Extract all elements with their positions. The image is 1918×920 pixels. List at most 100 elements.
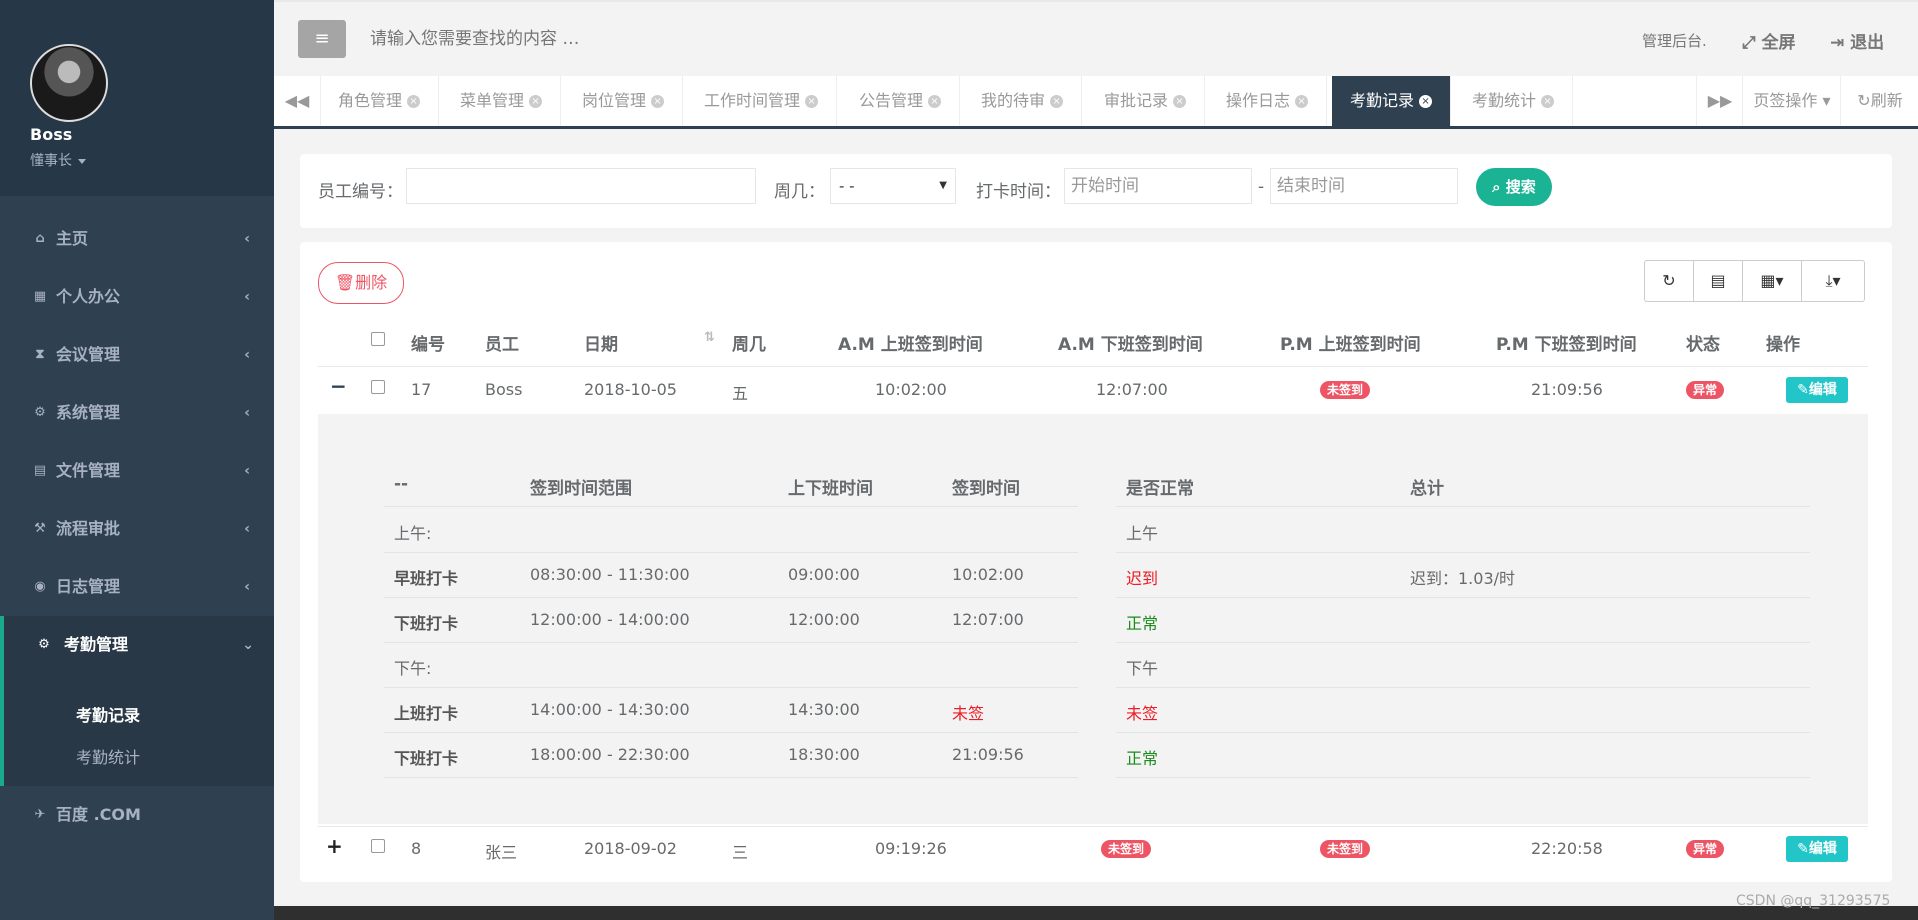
sidebar-item-logs[interactable]: ◉ 日志管理 ‹ [0, 558, 274, 616]
close-icon[interactable]: × [651, 95, 665, 108]
select-all-checkbox[interactable] [371, 332, 385, 346]
admin-label: 管理后台. [1642, 32, 1707, 50]
tab-attendance-stats[interactable]: 考勤统计 × [1454, 76, 1574, 126]
col-header-id[interactable]: 编号 [411, 330, 445, 355]
close-icon[interactable]: × [805, 95, 819, 108]
tab-label: 我的待审 [981, 91, 1046, 110]
expand-icon: ⤢ [1742, 33, 1762, 53]
user-role-dropdown[interactable]: 懂事长 [30, 150, 86, 170]
toggle-view-button[interactable]: ▤ [1693, 260, 1742, 302]
close-icon[interactable]: × [1050, 95, 1064, 108]
col-header-weekday[interactable]: 周几 [732, 330, 766, 355]
logout-button[interactable]: ⇥ 退出 [1830, 28, 1884, 53]
detail-row-sign: 未签 [952, 704, 985, 723]
delete-button[interactable]: 🗑删除 [318, 262, 404, 304]
chevron-down-icon: ⌄ [242, 637, 254, 653]
sidebar-item-baidu-link[interactable]: ✈ 百度 .COM [0, 786, 274, 844]
col-header-status[interactable]: 状态 [1686, 330, 1720, 355]
emp-no-label: 员工编号： [318, 182, 403, 202]
col-header-action[interactable]: 操作 [1766, 330, 1800, 355]
sidebar-subitem-attendance-stats[interactable]: 考勤统计 [76, 744, 140, 768]
refresh-tab-button[interactable]: ↻刷新 [1840, 76, 1918, 126]
row-checkbox[interactable] [371, 380, 385, 394]
close-icon[interactable]: × [928, 95, 942, 108]
caret-down-icon: ▼ [939, 180, 947, 191]
cell-am-in: 09:19:26 [875, 839, 947, 858]
sidebar-item-system[interactable]: ⚙ 系统管理 ‹ [0, 384, 274, 442]
search-button[interactable]: ⌕ 搜索 [1476, 168, 1552, 206]
chevron-left-icon: ‹ [244, 579, 250, 595]
tab-attendance-records[interactable]: 考勤记录 × [1332, 76, 1452, 126]
end-time-input[interactable]: 结束时间 [1270, 168, 1458, 204]
fullscreen-button[interactable]: ⤢ 全屏 [1742, 28, 1796, 53]
detail-divider [1116, 732, 1810, 733]
col-header-date[interactable]: 日期 [584, 330, 618, 355]
chevron-left-icon: ‹ [244, 347, 250, 363]
cell-date: 2018-10-05 [584, 380, 677, 399]
header-divider [318, 366, 1868, 367]
tab-notice-management[interactable]: 公告管理 × [841, 76, 961, 126]
emp-no-input[interactable] [406, 168, 756, 204]
detail-divider [384, 732, 1078, 733]
start-time-input[interactable]: 开始时间 [1064, 168, 1252, 204]
export-button[interactable]: ⤓▾ [1801, 260, 1865, 302]
sidebar-item-personal-office[interactable]: ▦ 个人办公 ‹ [0, 268, 274, 326]
sidebar-item-label: 会议管理 [56, 345, 121, 364]
edit-button[interactable]: ✎编辑 [1786, 377, 1848, 403]
col-header-pm-in[interactable]: P.M 上班签到时间 [1280, 330, 1421, 355]
detail-row-sign: 21:09:56 [952, 745, 1024, 764]
sidebar-item-meeting[interactable]: ⧗ 会议管理 ‹ [0, 326, 274, 384]
detail-divider [384, 777, 1078, 778]
sidebar-item-label: 个人办公 [56, 287, 121, 306]
close-icon[interactable]: × [1419, 95, 1433, 108]
close-icon[interactable]: × [1173, 95, 1187, 108]
hourglass-icon: ⧗ [35, 347, 45, 362]
tab-scroll-right-button[interactable]: ▶▶ [1696, 76, 1743, 126]
col-header-am-in[interactable]: A.M 上班签到时间 [838, 330, 983, 355]
collapse-row-icon[interactable]: − [330, 374, 347, 398]
tab-worktime-management[interactable]: 工作时间管理 × [686, 76, 838, 126]
tab-my-pending[interactable]: 我的待审 × [963, 76, 1083, 126]
tab-options-dropdown[interactable]: 页签操作 ▾ [1742, 76, 1841, 126]
grid-icon: ▦▾ [1760, 271, 1784, 290]
close-icon[interactable]: × [1295, 95, 1309, 108]
tab-approval-records[interactable]: 审批记录 × [1086, 76, 1206, 126]
hamburger-icon: ≡ [314, 28, 330, 49]
tab-menu-management[interactable]: 菜单管理 × [442, 76, 562, 126]
sort-icon[interactable]: ⇅ [704, 330, 715, 345]
global-search-input[interactable] [368, 28, 772, 50]
sidebar-item-label: 日志管理 [56, 577, 121, 596]
refresh-table-button[interactable]: ↻ [1644, 260, 1693, 302]
expand-row-icon[interactable]: + [326, 834, 343, 858]
list-icon: ▤ [1710, 271, 1726, 290]
tab-label: 审批记录 [1104, 91, 1169, 110]
avatar[interactable] [30, 44, 108, 122]
sidebar-subitem-attendance-records[interactable]: 考勤记录 [76, 702, 140, 726]
columns-button[interactable]: ▦▾ [1742, 260, 1801, 302]
tab-role-management[interactable]: 角色管理 × [320, 76, 440, 126]
sidebar-item-approval[interactable]: ⚒ 流程审批 ‹ [0, 500, 274, 558]
sidebar-item-files[interactable]: ▤ 文件管理 ‹ [0, 442, 274, 500]
tab-scroll-left-button[interactable]: ◀◀ [274, 76, 321, 126]
detail-pm-section-label: 下午: [394, 659, 432, 678]
tab-label: 菜单管理 [460, 91, 525, 110]
tab-label: 岗位管理 [582, 91, 647, 110]
col-header-am-out[interactable]: A.M 下班签到时间 [1058, 330, 1203, 355]
close-icon[interactable]: × [529, 95, 543, 108]
col-header-pm-out[interactable]: P.M 下班签到时间 [1496, 330, 1637, 355]
sidebar-item-home[interactable]: ⌂ 主页 ‹ [0, 210, 274, 268]
sidebar-item-label: 考勤管理 [64, 635, 129, 654]
backward-icon: ◀◀ [284, 91, 310, 110]
edit-button[interactable]: ✎编辑 [1786, 836, 1848, 862]
tab-operation-log[interactable]: 操作日志 × [1208, 76, 1328, 126]
tab-label: 工作时间管理 [704, 91, 801, 110]
close-icon[interactable]: × [1541, 95, 1555, 108]
tab-post-management[interactable]: 岗位管理 × [564, 76, 684, 126]
detail-row-range: 08:30:00 - 11:30:00 [530, 565, 690, 584]
menu-toggle-button[interactable]: ≡ [298, 20, 346, 58]
weekday-select[interactable]: - - ▼ [830, 168, 956, 204]
col-header-employee[interactable]: 员工 [485, 330, 519, 355]
cell-weekday: 五 [732, 384, 749, 403]
close-icon[interactable]: × [407, 95, 421, 108]
row-checkbox[interactable] [371, 839, 385, 853]
